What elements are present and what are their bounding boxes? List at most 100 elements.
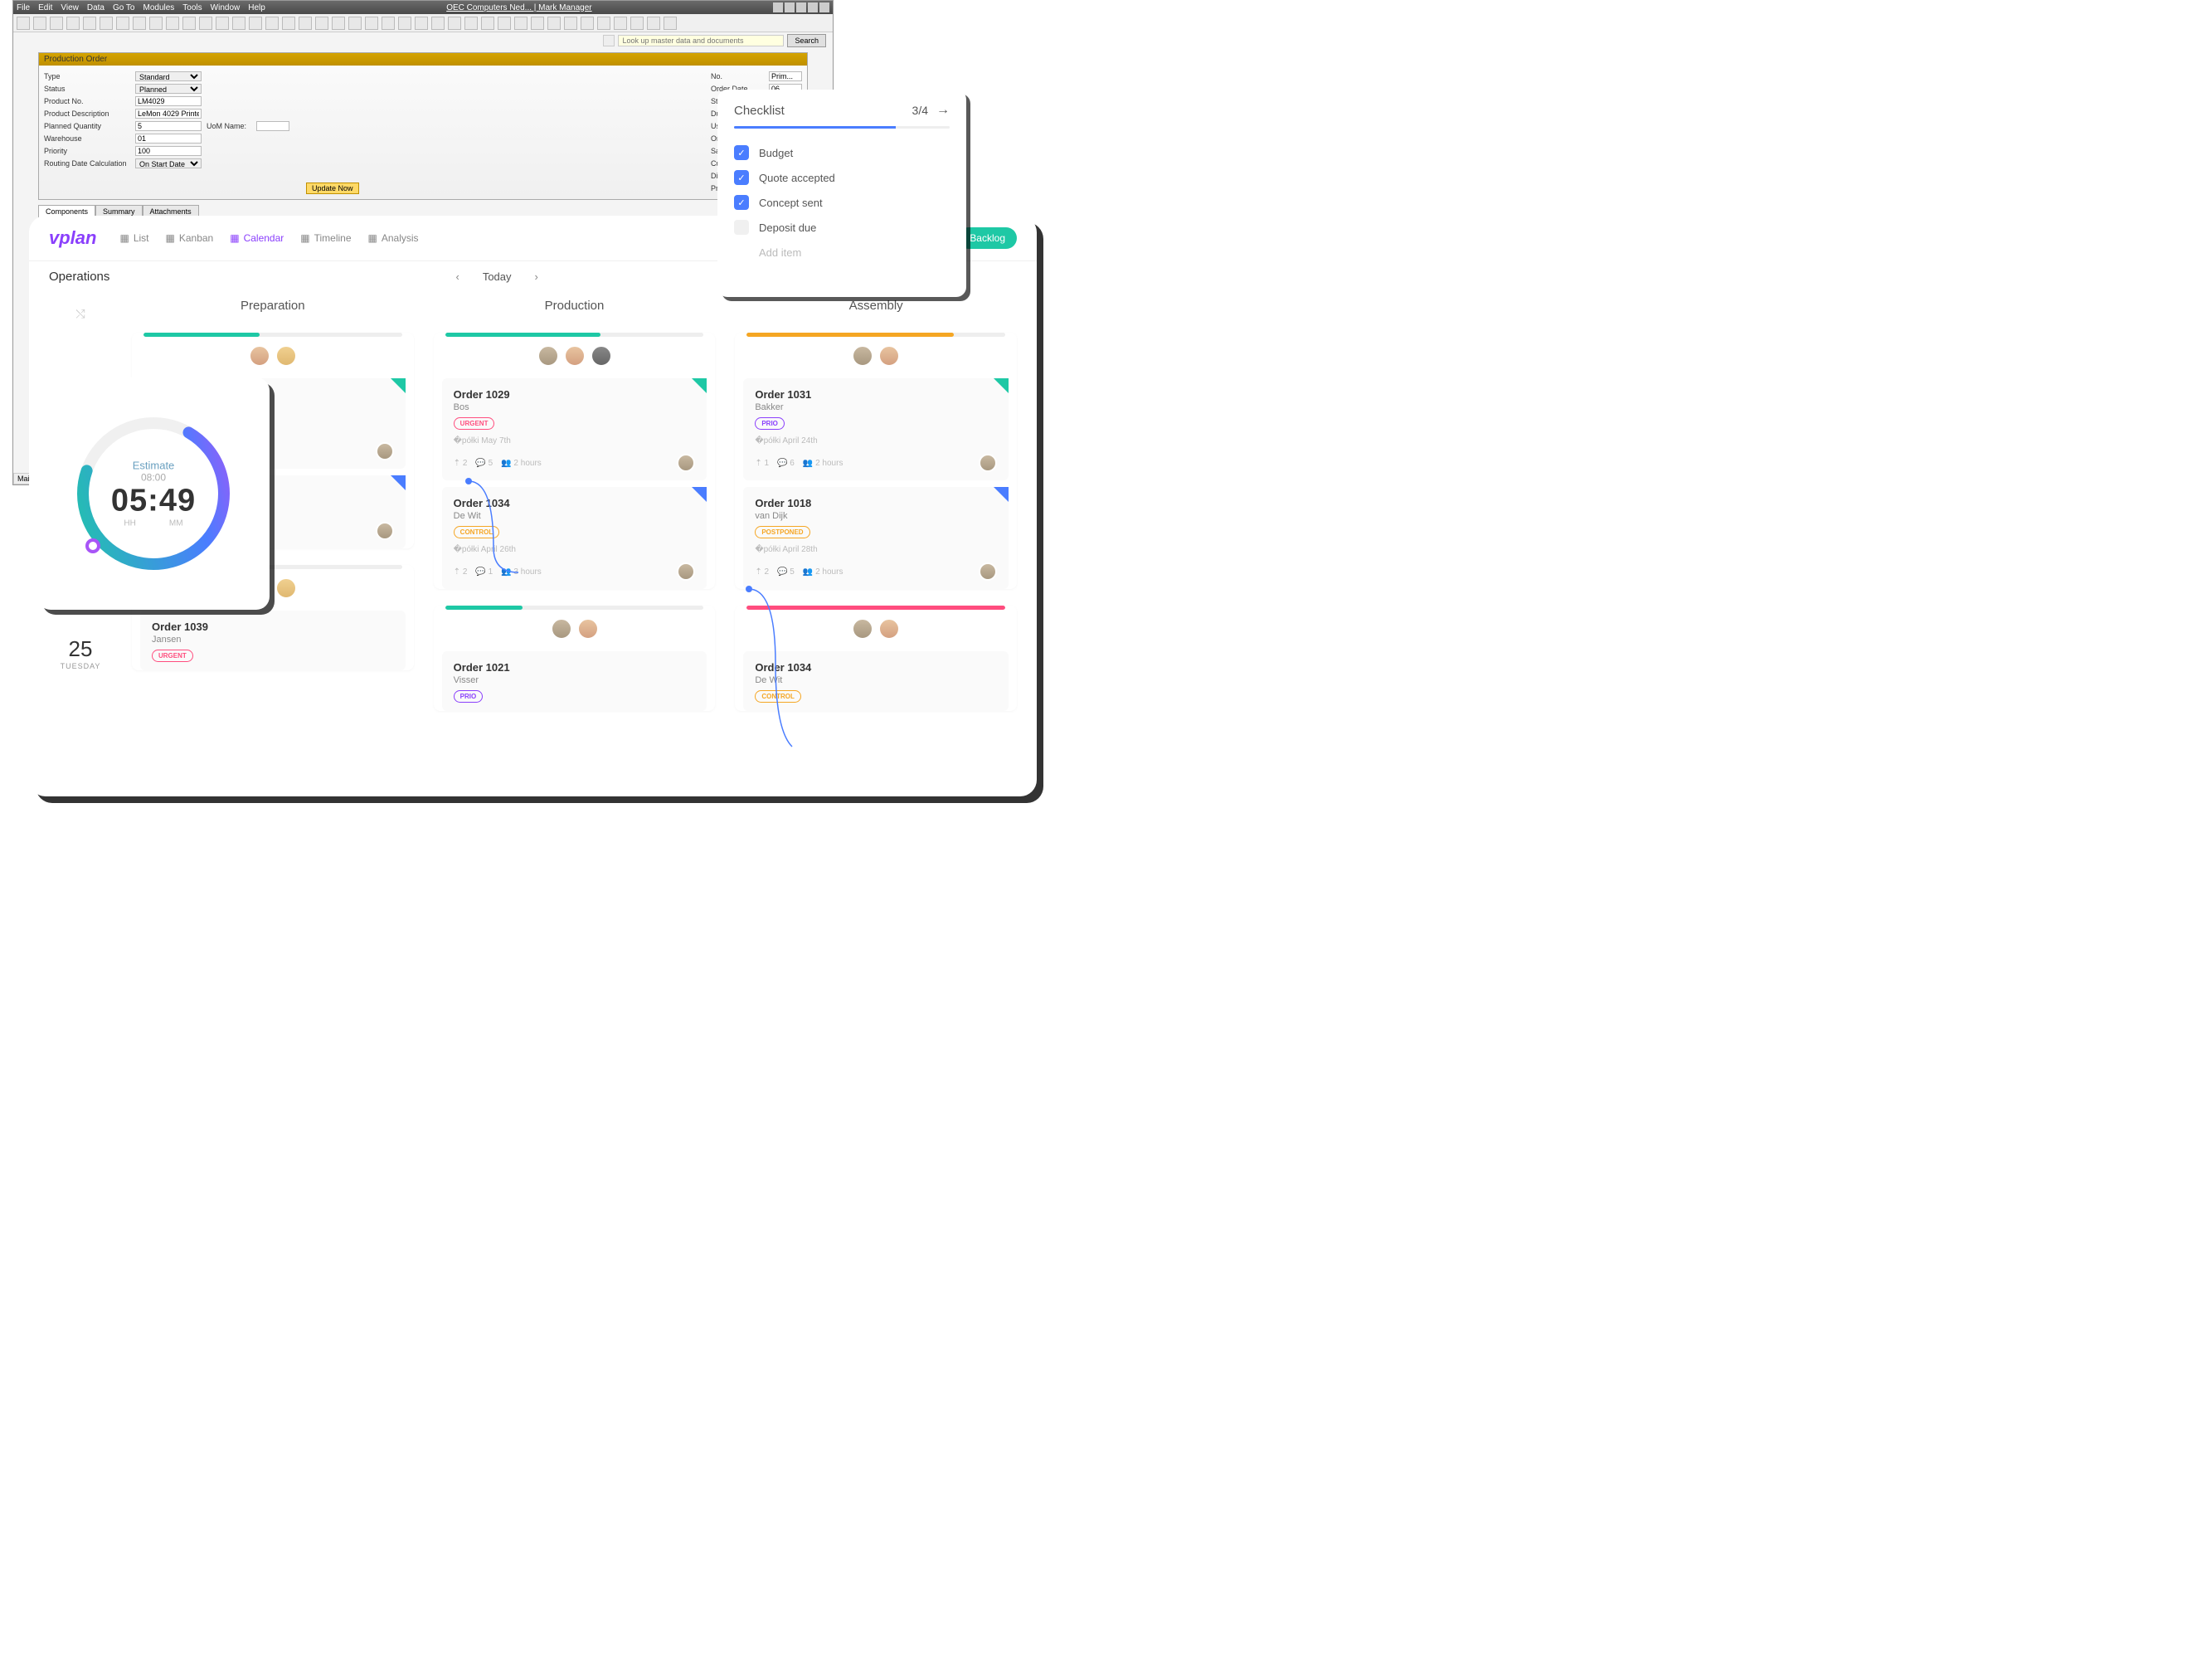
toolbar-icon[interactable] <box>249 17 262 30</box>
window-controls[interactable] <box>773 2 829 12</box>
order-card[interactable]: Order 1039 Jansen URGENT <box>140 611 406 670</box>
toolbar-icon[interactable] <box>166 17 179 30</box>
toolbar-icon[interactable] <box>133 17 146 30</box>
avatar[interactable] <box>577 618 599 640</box>
checklist-item[interactable]: ✓ Concept sent <box>734 190 950 215</box>
avatar[interactable] <box>564 345 586 367</box>
toolbar-icon[interactable] <box>664 17 677 30</box>
toolbar-icon[interactable] <box>66 17 80 30</box>
toolbar-icon[interactable] <box>514 17 527 30</box>
search-input[interactable] <box>618 35 784 46</box>
toolbar-icon[interactable] <box>100 17 113 30</box>
assignee-avatar[interactable] <box>677 454 695 472</box>
toolbar-icon[interactable] <box>564 17 577 30</box>
checkbox[interactable] <box>734 220 749 235</box>
toolbar-icon[interactable] <box>282 17 295 30</box>
toolbar-icon[interactable] <box>149 17 163 30</box>
field-input[interactable] <box>135 121 202 131</box>
menu-modules[interactable]: Modules <box>143 3 174 12</box>
toolbar-icon[interactable] <box>464 17 478 30</box>
toolbar-icon[interactable] <box>630 17 644 30</box>
order-card[interactable]: Order 1021 Visser PRIO <box>442 651 707 711</box>
toolbar-icon[interactable] <box>33 17 46 30</box>
toolbar-icon[interactable] <box>531 17 544 30</box>
view-calendar[interactable]: ▦Calendar <box>230 232 284 244</box>
menu-file[interactable]: File <box>17 3 30 12</box>
toolbar-icon[interactable] <box>348 17 362 30</box>
checkbox[interactable]: ✓ <box>734 195 749 210</box>
toolbar-icon[interactable] <box>265 17 279 30</box>
field-input[interactable]: On Start Date <box>135 158 202 168</box>
view-list[interactable]: ▦List <box>119 232 148 244</box>
toolbar-icon[interactable] <box>182 17 196 30</box>
toolbar-icon[interactable] <box>199 17 212 30</box>
toolbar-icon[interactable] <box>83 17 96 30</box>
menu-help[interactable]: Help <box>248 3 265 12</box>
avatar[interactable] <box>551 618 572 640</box>
add-item[interactable]: Add item <box>734 240 950 259</box>
order-card[interactable]: Order 1029 Bos URGENT �półki May 7th ⇡ 2… <box>442 378 707 480</box>
checklist-item[interactable]: ✓ Budget <box>734 140 950 165</box>
order-card[interactable]: Order 1034 De Wit CONTROL �półki April 2… <box>442 487 707 589</box>
toolbar-icon[interactable] <box>597 17 610 30</box>
menu-edit[interactable]: Edit <box>38 3 52 12</box>
next-icon[interactable]: › <box>535 270 538 283</box>
avatar[interactable] <box>878 618 900 640</box>
toolbar-icon[interactable] <box>415 17 428 30</box>
arrow-right-icon[interactable]: → <box>936 103 950 118</box>
prev-icon[interactable]: ‹ <box>455 270 459 283</box>
toolbar-icon[interactable] <box>581 17 594 30</box>
toolbar-icon[interactable] <box>232 17 246 30</box>
toolbar-icon[interactable] <box>614 17 627 30</box>
order-card[interactable]: Order 1034 De Wit CONTROL <box>743 651 1009 711</box>
menu-tools[interactable]: Tools <box>182 3 202 12</box>
menu-go to[interactable]: Go To <box>113 3 135 12</box>
checklist-item[interactable]: Deposit due <box>734 215 950 240</box>
toolbar-icon[interactable] <box>647 17 660 30</box>
toolbar-icon[interactable] <box>365 17 378 30</box>
toolbar-icon[interactable] <box>50 17 63 30</box>
menu-view[interactable]: View <box>61 3 79 12</box>
assignee-avatar[interactable] <box>376 522 394 540</box>
avatar[interactable] <box>537 345 559 367</box>
field-input[interactable] <box>256 121 289 131</box>
avatar[interactable] <box>249 345 270 367</box>
toolbar-icon[interactable] <box>498 17 511 30</box>
toolbar-icon[interactable] <box>299 17 312 30</box>
toolbar-icon[interactable] <box>116 17 129 30</box>
timer[interactable]: Estimate 08:00 05:49 HH MM <box>37 377 270 610</box>
toolbar-icon[interactable] <box>332 17 345 30</box>
field-input[interactable] <box>135 146 202 156</box>
toolbar-icon[interactable] <box>398 17 411 30</box>
toolbar-icon[interactable] <box>17 17 30 30</box>
assignee-avatar[interactable] <box>376 442 394 460</box>
toolbar-icon[interactable] <box>431 17 445 30</box>
checkbox[interactable]: ✓ <box>734 145 749 160</box>
field-input[interactable] <box>135 96 202 106</box>
avatar[interactable] <box>852 618 873 640</box>
view-analysis[interactable]: ▦Analysis <box>368 232 419 244</box>
order-card[interactable]: Order 1018 van Dijk POSTPONED �półki Apr… <box>743 487 1009 589</box>
update-button[interactable]: Update Now <box>306 183 359 194</box>
field-input[interactable]: Standard <box>135 71 202 81</box>
avatar[interactable] <box>591 345 612 367</box>
toolbar-icon[interactable] <box>547 17 561 30</box>
timer-handle[interactable] <box>85 538 100 553</box>
toolbar-icon[interactable] <box>315 17 328 30</box>
toolbar-icon[interactable] <box>382 17 395 30</box>
view-timeline[interactable]: ▦Timeline <box>300 232 351 244</box>
shuffle-icon[interactable]: ⤭ <box>39 307 122 321</box>
checklist-item[interactable]: ✓ Quote accepted <box>734 165 950 190</box>
order-card[interactable]: Order 1031 Bakker PRIO �półki April 24th… <box>743 378 1009 480</box>
today-label[interactable]: Today <box>483 270 512 283</box>
view-kanban[interactable]: ▦Kanban <box>166 232 214 244</box>
checkbox[interactable]: ✓ <box>734 170 749 185</box>
field-input[interactable] <box>769 71 802 81</box>
toolbar-icon[interactable] <box>216 17 229 30</box>
avatar[interactable] <box>852 345 873 367</box>
avatar[interactable] <box>275 577 297 599</box>
menu-data[interactable]: Data <box>87 3 105 12</box>
toolbar-icon[interactable] <box>448 17 461 30</box>
toolbar-icon[interactable] <box>481 17 494 30</box>
avatar[interactable] <box>275 345 297 367</box>
